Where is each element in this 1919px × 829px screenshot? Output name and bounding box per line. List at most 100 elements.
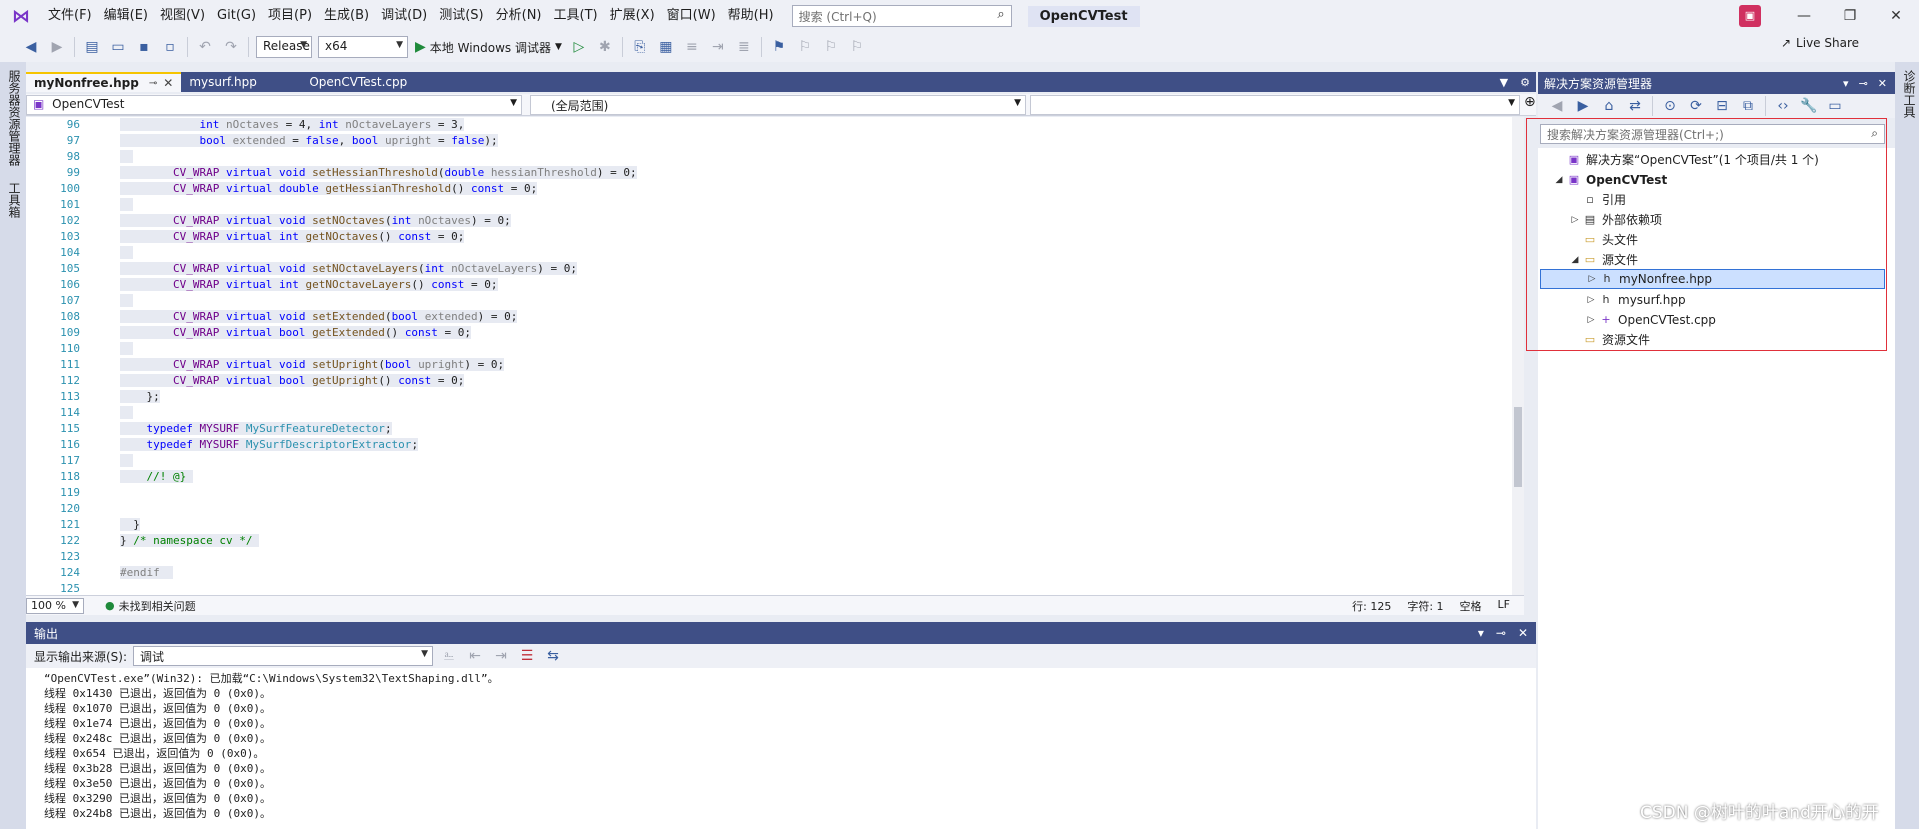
- hot-reload-icon[interactable]: ✱: [594, 36, 616, 58]
- output-source-select[interactable]: 调试 ▼: [133, 646, 434, 666]
- word-wrap-icon[interactable]: ⇆: [542, 645, 564, 667]
- menu-git[interactable]: Git(G): [211, 0, 262, 32]
- settings-icon[interactable]: ⚙: [1520, 76, 1530, 89]
- indent-icon[interactable]: ⇥: [707, 36, 729, 58]
- properties-icon[interactable]: 🔧: [1798, 95, 1820, 117]
- save-icon[interactable]: ▪: [133, 36, 155, 58]
- save-all-icon[interactable]: ▫: [159, 36, 181, 58]
- code-lines[interactable]: int nOctaves = 4, int nOctaveLayers = 3,…: [120, 117, 1524, 595]
- minimize-icon[interactable]: —: [1781, 8, 1827, 24]
- menu-file[interactable]: 文件(F): [42, 0, 98, 32]
- menu-debug[interactable]: 调试(D): [375, 0, 433, 32]
- issues-status[interactable]: 未找到相关问题: [119, 598, 196, 614]
- preview-icon[interactable]: ▭: [1824, 95, 1846, 117]
- next-bookmark-icon[interactable]: ⚐: [820, 36, 842, 58]
- close-icon[interactable]: ✕: [1518, 626, 1528, 640]
- menu-build[interactable]: 生成(B): [318, 0, 375, 32]
- navigate-forward-icon[interactable]: ▶: [46, 36, 68, 58]
- watermark-text: CSDN @树叶的叶and开心的开: [1640, 803, 1879, 823]
- account-icon[interactable]: ▣: [1739, 5, 1761, 27]
- undo-icon[interactable]: ↶: [194, 36, 216, 58]
- diagnostic-tools-tab[interactable]: 诊断工具: [1895, 62, 1919, 126]
- split-editor-icon[interactable]: ⊕: [1524, 94, 1536, 115]
- show-all-files-icon[interactable]: ⧉: [1737, 95, 1759, 117]
- chevron-down-icon[interactable]: ▾: [1843, 77, 1849, 90]
- tab-mynonfree-hpp[interactable]: myNonfree.hpp ⊸ ✕: [26, 72, 182, 92]
- editor-vertical-scrollbar[interactable]: [1512, 117, 1524, 595]
- close-icon[interactable]: ✕: [163, 76, 173, 90]
- line-number: 101: [60, 198, 80, 211]
- pin-icon[interactable]: ⊸: [149, 78, 157, 89]
- code-line-124: #endif: [120, 565, 1524, 581]
- menu-test[interactable]: 测试(S): [433, 0, 489, 32]
- tab-list-dropdown-icon[interactable]: ▼: [1500, 76, 1508, 89]
- whitespace-indicator[interactable]: 空格: [1460, 598, 1482, 614]
- bookmark-icon[interactable]: ⚑: [768, 36, 790, 58]
- open-file-icon[interactable]: ▭: [107, 36, 129, 58]
- solution-platform-select[interactable]: x64 ▼: [318, 36, 408, 58]
- home-icon[interactable]: ⌂: [1598, 95, 1620, 117]
- scope-nav-select[interactable]: (全局范围) ▼: [530, 95, 1026, 115]
- toolbox-tab[interactable]: 工具箱: [0, 174, 29, 226]
- menu-tools[interactable]: 工具(T): [548, 0, 604, 32]
- forward-icon[interactable]: ▶: [1572, 95, 1594, 117]
- pending-changes-filter-icon[interactable]: ⊙: [1659, 95, 1681, 117]
- clear-bookmarks-icon[interactable]: ⚐: [846, 36, 868, 58]
- menu-help[interactable]: 帮助(H): [722, 0, 780, 32]
- solution-configuration-select[interactable]: Release ▼: [256, 36, 312, 58]
- view-code-icon[interactable]: ‹›: [1772, 95, 1794, 117]
- navigate-back-icon[interactable]: ◀: [20, 36, 42, 58]
- start-without-debugging-icon[interactable]: ▷: [568, 36, 590, 58]
- code-editor[interactable]: 96 97 98 99 100 101 102 103 104 105 106 …: [26, 117, 1524, 595]
- menu-window[interactable]: 窗口(W): [661, 0, 722, 32]
- redo-icon[interactable]: ↷: [220, 36, 242, 58]
- close-icon[interactable]: ✕: [1878, 77, 1887, 90]
- line-ending-indicator[interactable]: LF: [1498, 598, 1510, 614]
- back-icon[interactable]: ◀: [1546, 95, 1568, 117]
- layout-icon[interactable]: ▦: [655, 36, 677, 58]
- menu-project[interactable]: 项目(P): [262, 0, 318, 32]
- scrollbar-thumb[interactable]: [1514, 407, 1522, 487]
- global-search-input[interactable]: 搜索 (Ctrl+Q) ⌕: [791, 5, 1012, 27]
- line-number-gutter: 96 97 98 99 100 101 102 103 104 105 106 …: [26, 117, 84, 595]
- comment-icon[interactable]: ≣: [733, 36, 755, 58]
- line-number: 111: [60, 358, 80, 371]
- project-nav-select[interactable]: ▣ OpenCVTest ▼: [26, 95, 522, 115]
- start-debugging-button[interactable]: ▶ 本地 Windows 调试器 ▼: [415, 39, 562, 56]
- browse-folder-icon[interactable]: ⎘: [629, 36, 651, 58]
- line-indicator[interactable]: 行: 125: [1352, 598, 1391, 614]
- zoom-select[interactable]: 100 % ▼: [26, 597, 84, 614]
- chevron-down-icon[interactable]: ▾: [1478, 626, 1484, 640]
- next-message-icon[interactable]: ⇥: [490, 645, 512, 667]
- output-line: 线程 0x1070 已退出，返回值为 0 (0x0)。: [44, 702, 271, 715]
- member-nav-select[interactable]: ▼: [1030, 95, 1520, 115]
- align-icon[interactable]: ≡: [681, 36, 703, 58]
- close-icon[interactable]: ✕: [1873, 8, 1919, 24]
- output-title: 输出: [34, 626, 59, 641]
- switch-views-icon[interactable]: ⇄: [1624, 95, 1646, 117]
- char-indicator[interactable]: 字符: 1: [1407, 598, 1443, 614]
- restore-icon[interactable]: ❐: [1827, 8, 1873, 24]
- sync-icon[interactable]: ⟳: [1685, 95, 1707, 117]
- line-number: 116: [60, 438, 80, 451]
- find-message-icon[interactable]: ⎁: [438, 645, 460, 667]
- menu-extensions[interactable]: 扩展(X): [604, 0, 661, 32]
- output-text-area[interactable]: “OpenCVTest.exe”(Win32): 已加载“C:\Windows\…: [26, 668, 1536, 829]
- collapse-all-icon[interactable]: ⊟: [1711, 95, 1733, 117]
- prev-message-icon[interactable]: ⇤: [464, 645, 486, 667]
- pin-icon[interactable]: ⊸: [1496, 626, 1506, 640]
- prev-bookmark-icon[interactable]: ⚐: [794, 36, 816, 58]
- pin-icon[interactable]: ⊸: [1859, 77, 1868, 90]
- live-share-button[interactable]: ↗ Live Share: [1781, 36, 1859, 50]
- server-explorer-tab[interactable]: 服务器资源管理器: [0, 62, 29, 174]
- clear-all-icon[interactable]: ☰: [516, 645, 538, 667]
- output-line: 线程 0x1430 已退出，返回值为 0 (0x0)。: [44, 687, 271, 700]
- menu-view[interactable]: 视图(V): [154, 0, 211, 32]
- platform-value: x64: [325, 39, 348, 53]
- tab-opencvtest-cpp[interactable]: OpenCVTest.cpp: [301, 72, 421, 92]
- menu-analyze[interactable]: 分析(N): [490, 0, 548, 32]
- visual-studio-logo-icon[interactable]: ⋈: [0, 0, 42, 32]
- tab-mysurf-hpp[interactable]: mysurf.hpp: [181, 72, 301, 92]
- menu-edit[interactable]: 编辑(E): [98, 0, 154, 32]
- new-project-icon[interactable]: ▤: [81, 36, 103, 58]
